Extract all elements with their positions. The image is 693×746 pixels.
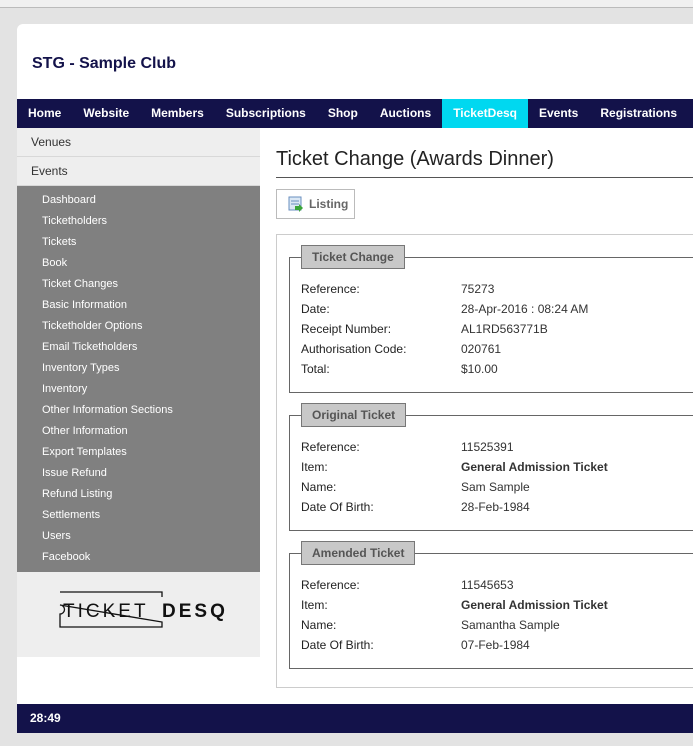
detail-label: Authorisation Code: bbox=[301, 342, 407, 356]
fieldset-legend: Amended Ticket bbox=[301, 541, 416, 565]
ticketdesq-logo-icon: TICKET DESQ bbox=[59, 591, 228, 628]
detail-row: Date Of Birth: 07-Feb-1984 bbox=[301, 638, 530, 652]
sidebar-section-events[interactable]: Events bbox=[17, 157, 260, 186]
detail-row: Reference: 11545653 bbox=[301, 578, 514, 592]
sidebar-item-book[interactable]: Book bbox=[17, 253, 260, 274]
sidebar-item-ticketholders[interactable]: Ticketholders bbox=[17, 211, 260, 232]
ticketdesq-logo: TICKET DESQ bbox=[17, 572, 260, 657]
detail-value: $10.00 bbox=[461, 362, 498, 376]
detail-label: Reference: bbox=[301, 282, 360, 296]
nav-shop[interactable]: Shop bbox=[317, 99, 369, 128]
page-title: Ticket Change (Awards Dinner) bbox=[276, 148, 554, 170]
detail-label: Item: bbox=[301, 460, 328, 474]
detail-value: 75273 bbox=[461, 282, 495, 296]
title-divider bbox=[276, 177, 693, 178]
detail-row: Item: General Admission Ticket bbox=[301, 460, 608, 474]
fieldset-legend: Ticket Change bbox=[301, 245, 405, 269]
sidebar-item-other-information-sections[interactable]: Other Information Sections bbox=[17, 400, 260, 421]
sidebar-item-inventory-types[interactable]: Inventory Types bbox=[17, 358, 260, 379]
detail-row: Total: $10.00 bbox=[301, 362, 498, 376]
fieldset-amended-ticket: Amended Ticket Reference: 11545653 Item: Gen… bbox=[289, 541, 693, 669]
fieldset-ticket-change: Ticket Change Reference: 75273 Date: 28-Apr-… bbox=[289, 245, 693, 393]
detail-row: Item: General Admission Ticket bbox=[301, 598, 608, 612]
detail-label: Reference: bbox=[301, 578, 360, 592]
nav-auctions[interactable]: Auctions bbox=[369, 99, 442, 128]
svg-text:DESQ: DESQ bbox=[162, 601, 228, 622]
detail-label: Total: bbox=[301, 362, 330, 376]
sidebar-item-email-ticketholders[interactable]: Email Ticketholders bbox=[17, 337, 260, 358]
detail-row: Name: Samantha Sample bbox=[301, 618, 560, 632]
sidebar-item-users[interactable]: Users bbox=[17, 526, 260, 547]
detail-label: Name: bbox=[301, 480, 337, 494]
footer-timer: 28:49 bbox=[17, 704, 693, 733]
nav-registrations[interactable]: Registrations bbox=[589, 99, 688, 128]
fieldset-original-ticket: Original Ticket Reference: 11525391 Item: Ge… bbox=[289, 403, 693, 531]
detail-value: 020761 bbox=[461, 342, 502, 356]
detail-label: Receipt Number: bbox=[301, 322, 392, 336]
detail-value: Sam Sample bbox=[461, 480, 530, 494]
sidebar-item-export-templates[interactable]: Export Templates bbox=[17, 442, 260, 463]
detail-value: 11545653 bbox=[461, 578, 514, 592]
detail-label: Reference: bbox=[301, 440, 360, 454]
detail-value: 28-Feb-1984 bbox=[461, 500, 530, 514]
sidebar-item-issue-refund[interactable]: Issue Refund bbox=[17, 463, 260, 484]
listing-label: Listing bbox=[309, 197, 349, 211]
listing-button[interactable]: Listing bbox=[276, 189, 355, 219]
sidebar: Venues Events Dashboard Ticketholders Tick… bbox=[17, 128, 260, 657]
nav-ticketdesq[interactable]: TicketDesq bbox=[442, 99, 528, 128]
detail-row: Date: 28-Apr-2016 : 08:24 AM bbox=[301, 302, 588, 316]
detail-label: Item: bbox=[301, 598, 328, 612]
sidebar-item-inventory[interactable]: Inventory bbox=[17, 379, 260, 400]
detail-row: Reference: 75273 bbox=[301, 282, 494, 296]
detail-value: 28-Apr-2016 : 08:24 AM bbox=[461, 302, 589, 316]
detail-label: Date Of Birth: bbox=[301, 638, 374, 652]
sidebar-item-other-information[interactable]: Other Information bbox=[17, 421, 260, 442]
nav-events[interactable]: Events bbox=[528, 99, 589, 128]
detail-label: Date Of Birth: bbox=[301, 500, 374, 514]
sidebar-item-ticketholder-options[interactable]: Ticketholder Options bbox=[17, 316, 260, 337]
sidebar-section-venues[interactable]: Venues bbox=[17, 128, 260, 157]
svg-text:TICKET: TICKET bbox=[63, 601, 149, 622]
sidebar-item-tickets[interactable]: Tickets bbox=[17, 232, 260, 253]
sidebar-item-refund-listing[interactable]: Refund Listing bbox=[17, 484, 260, 505]
nav-home[interactable]: Home bbox=[17, 99, 72, 128]
detail-row: Reference: 11525391 bbox=[301, 440, 514, 454]
detail-value: AL1RD563771B bbox=[461, 322, 548, 336]
sidebar-item-basic-information[interactable]: Basic Information bbox=[17, 295, 260, 316]
page-card: STG - Sample Club Home Website Members Subs… bbox=[17, 24, 693, 733]
sidebar-item-dashboard[interactable]: Dashboard bbox=[17, 190, 260, 211]
sidebar-submenu: Dashboard Ticketholders Tickets Book Ticket … bbox=[17, 186, 260, 572]
detail-row: Receipt Number: AL1RD563771B bbox=[301, 322, 548, 336]
listing-icon bbox=[288, 196, 303, 212]
sidebar-item-facebook[interactable]: Facebook bbox=[17, 547, 260, 568]
detail-label: Date: bbox=[301, 302, 330, 316]
detail-row: Authorisation Code: 020761 bbox=[301, 342, 501, 356]
detail-row: Date Of Birth: 28-Feb-1984 bbox=[301, 500, 530, 514]
main-nav: Home Website Members Subscriptions Shop Aucti… bbox=[17, 99, 693, 128]
fieldset-legend: Original Ticket bbox=[301, 403, 407, 427]
sidebar-item-ticket-changes[interactable]: Ticket Changes bbox=[17, 274, 260, 295]
detail-row: Name: Sam Sample bbox=[301, 480, 530, 494]
sidebar-item-settlements[interactable]: Settlements bbox=[17, 505, 260, 526]
browser-bookmarks-bar bbox=[0, 0, 693, 8]
detail-value: 11525391 bbox=[461, 440, 514, 454]
detail-value: Samantha Sample bbox=[461, 618, 560, 632]
nav-members[interactable]: Members bbox=[140, 99, 215, 128]
detail-value: General Admission Ticket bbox=[461, 460, 608, 474]
site-title: STG - Sample Club bbox=[32, 55, 177, 72]
detail-label: Name: bbox=[301, 618, 337, 632]
nav-website[interactable]: Website bbox=[72, 99, 140, 128]
nav-subscriptions[interactable]: Subscriptions bbox=[215, 99, 317, 128]
ticket-change-panel: Ticket Change Reference: 75273 Date: 28-Apr-… bbox=[276, 234, 693, 688]
detail-value: 07-Feb-1984 bbox=[461, 638, 530, 652]
detail-value: General Admission Ticket bbox=[461, 598, 608, 612]
